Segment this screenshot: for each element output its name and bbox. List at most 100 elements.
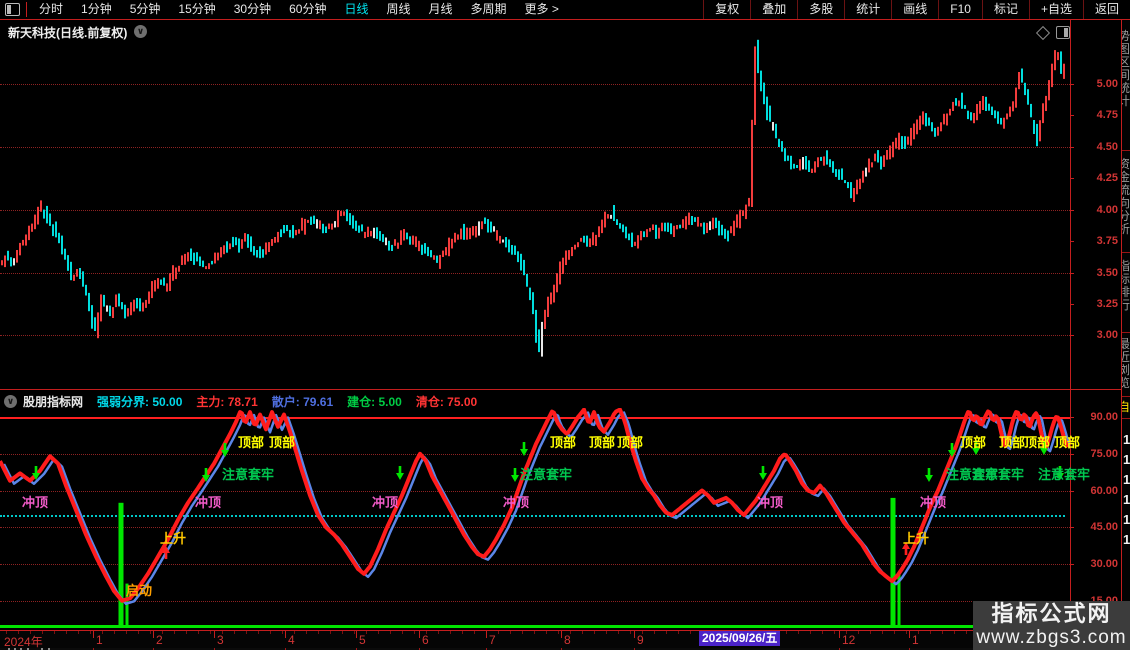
candle <box>196 252 198 262</box>
action-8[interactable]: +自选 <box>1028 0 1083 19</box>
candle <box>70 261 72 281</box>
candle <box>271 239 273 246</box>
candle <box>247 234 249 248</box>
candle <box>283 225 285 234</box>
candle <box>805 156 807 170</box>
candle <box>973 113 975 124</box>
axis-subtick <box>930 631 931 634</box>
time-axis[interactable]: 2025/09/26/五 2024年 1 2 3 4 5 6 7 8 9 12 1 <box>0 630 1130 649</box>
candle <box>784 148 786 162</box>
action-1[interactable]: 复权 <box>703 0 750 19</box>
axis-subtick <box>942 631 943 634</box>
candle <box>511 245 513 255</box>
candle <box>91 305 93 329</box>
action-3[interactable]: 多股 <box>797 0 844 19</box>
candle <box>595 234 597 246</box>
action-9[interactable]: 返回 <box>1082 0 1130 19</box>
candle <box>88 292 90 312</box>
signal-label-chongding: 冲顶 <box>372 495 399 510</box>
axis-subtick <box>378 631 379 634</box>
period-tab-8[interactable]: 周线 <box>377 0 419 19</box>
axis-subtick <box>414 631 415 634</box>
candle <box>166 283 168 292</box>
period-tab-7[interactable]: 日线 <box>335 0 377 19</box>
candle <box>796 165 798 168</box>
candle <box>349 213 351 226</box>
month-label: 9 <box>637 633 644 647</box>
candle <box>397 242 399 249</box>
candle <box>886 150 888 160</box>
candle <box>526 274 528 287</box>
diamond-icon[interactable] <box>1035 25 1051 41</box>
candle <box>823 156 825 166</box>
candle <box>901 136 903 149</box>
candle <box>436 255 438 263</box>
candle <box>466 227 468 240</box>
period-tab-3[interactable]: 5分钟 <box>121 0 170 19</box>
candle <box>415 236 417 248</box>
candle <box>115 294 117 308</box>
action-4[interactable]: 统计 <box>844 0 891 19</box>
chevron-down-icon[interactable]: ∨ <box>4 394 17 408</box>
signal-label-shangsheng: 上升 <box>903 531 930 546</box>
action-2[interactable]: 叠加 <box>750 0 797 19</box>
candle <box>937 126 939 136</box>
candle <box>814 161 816 173</box>
candle <box>199 256 201 267</box>
period-tab-1[interactable]: 分时 <box>30 0 72 19</box>
candle <box>181 255 183 265</box>
action-7[interactable]: 标记 <box>981 0 1029 19</box>
candle <box>889 145 891 160</box>
panel-toggle-icon[interactable] <box>1056 26 1070 39</box>
period-tab-6[interactable]: 60分钟 <box>280 0 335 19</box>
period-tab-10[interactable]: 多周期 <box>462 0 516 19</box>
candle <box>1006 113 1008 120</box>
candle <box>235 237 237 246</box>
candle <box>148 291 150 304</box>
axis-subtick <box>126 631 127 634</box>
candle <box>838 169 840 180</box>
candle <box>478 221 480 236</box>
candle <box>985 96 987 111</box>
candle <box>844 180 846 184</box>
candle <box>169 273 171 291</box>
candle <box>325 226 327 233</box>
candle <box>649 227 651 232</box>
period-tab-11[interactable]: 更多 > <box>516 0 568 19</box>
action-6[interactable]: F10 <box>938 0 982 19</box>
axis-subtick <box>786 631 787 634</box>
candle <box>553 284 555 303</box>
candle <box>244 233 246 242</box>
period-tab-9[interactable]: 月线 <box>420 0 462 19</box>
candle <box>178 265 180 272</box>
chart-canvas[interactable] <box>0 0 1130 650</box>
candle <box>661 222 663 232</box>
period-tab-5[interactable]: 30分钟 <box>225 0 280 19</box>
axis-subtick <box>582 631 583 634</box>
period-tab-2[interactable]: 1分钟 <box>72 0 121 19</box>
candle <box>1045 95 1047 111</box>
candle <box>808 160 810 172</box>
signal-label-zhuyitaolao: 注意套牢 <box>520 467 573 482</box>
layout-icon[interactable] <box>5 3 20 16</box>
indicator-header: ∨ 股朋指标网 强弱分界: 50.00 主力: 78.71 散户: 79.61 建仓: … <box>0 390 1070 412</box>
period-tab-4[interactable]: 15分钟 <box>169 0 224 19</box>
candle <box>904 136 906 149</box>
candle <box>262 249 264 258</box>
chevron-down-icon[interactable]: ∨ <box>134 25 147 38</box>
candle <box>514 245 516 255</box>
signal-label-chongding: 冲顶 <box>503 495 530 510</box>
axis-subtick <box>150 631 151 634</box>
axis-subtick <box>666 631 667 634</box>
candle <box>379 231 381 241</box>
candle <box>490 221 492 233</box>
candle <box>97 312 99 339</box>
action-5[interactable]: 画线 <box>891 0 938 19</box>
axis-subtick <box>510 631 511 634</box>
candle <box>637 235 639 249</box>
candle <box>859 178 861 190</box>
candle <box>991 106 993 115</box>
candle <box>337 210 339 228</box>
candle <box>1015 87 1017 108</box>
indicator-param-4: 散户: 79.61 <box>271 394 334 409</box>
